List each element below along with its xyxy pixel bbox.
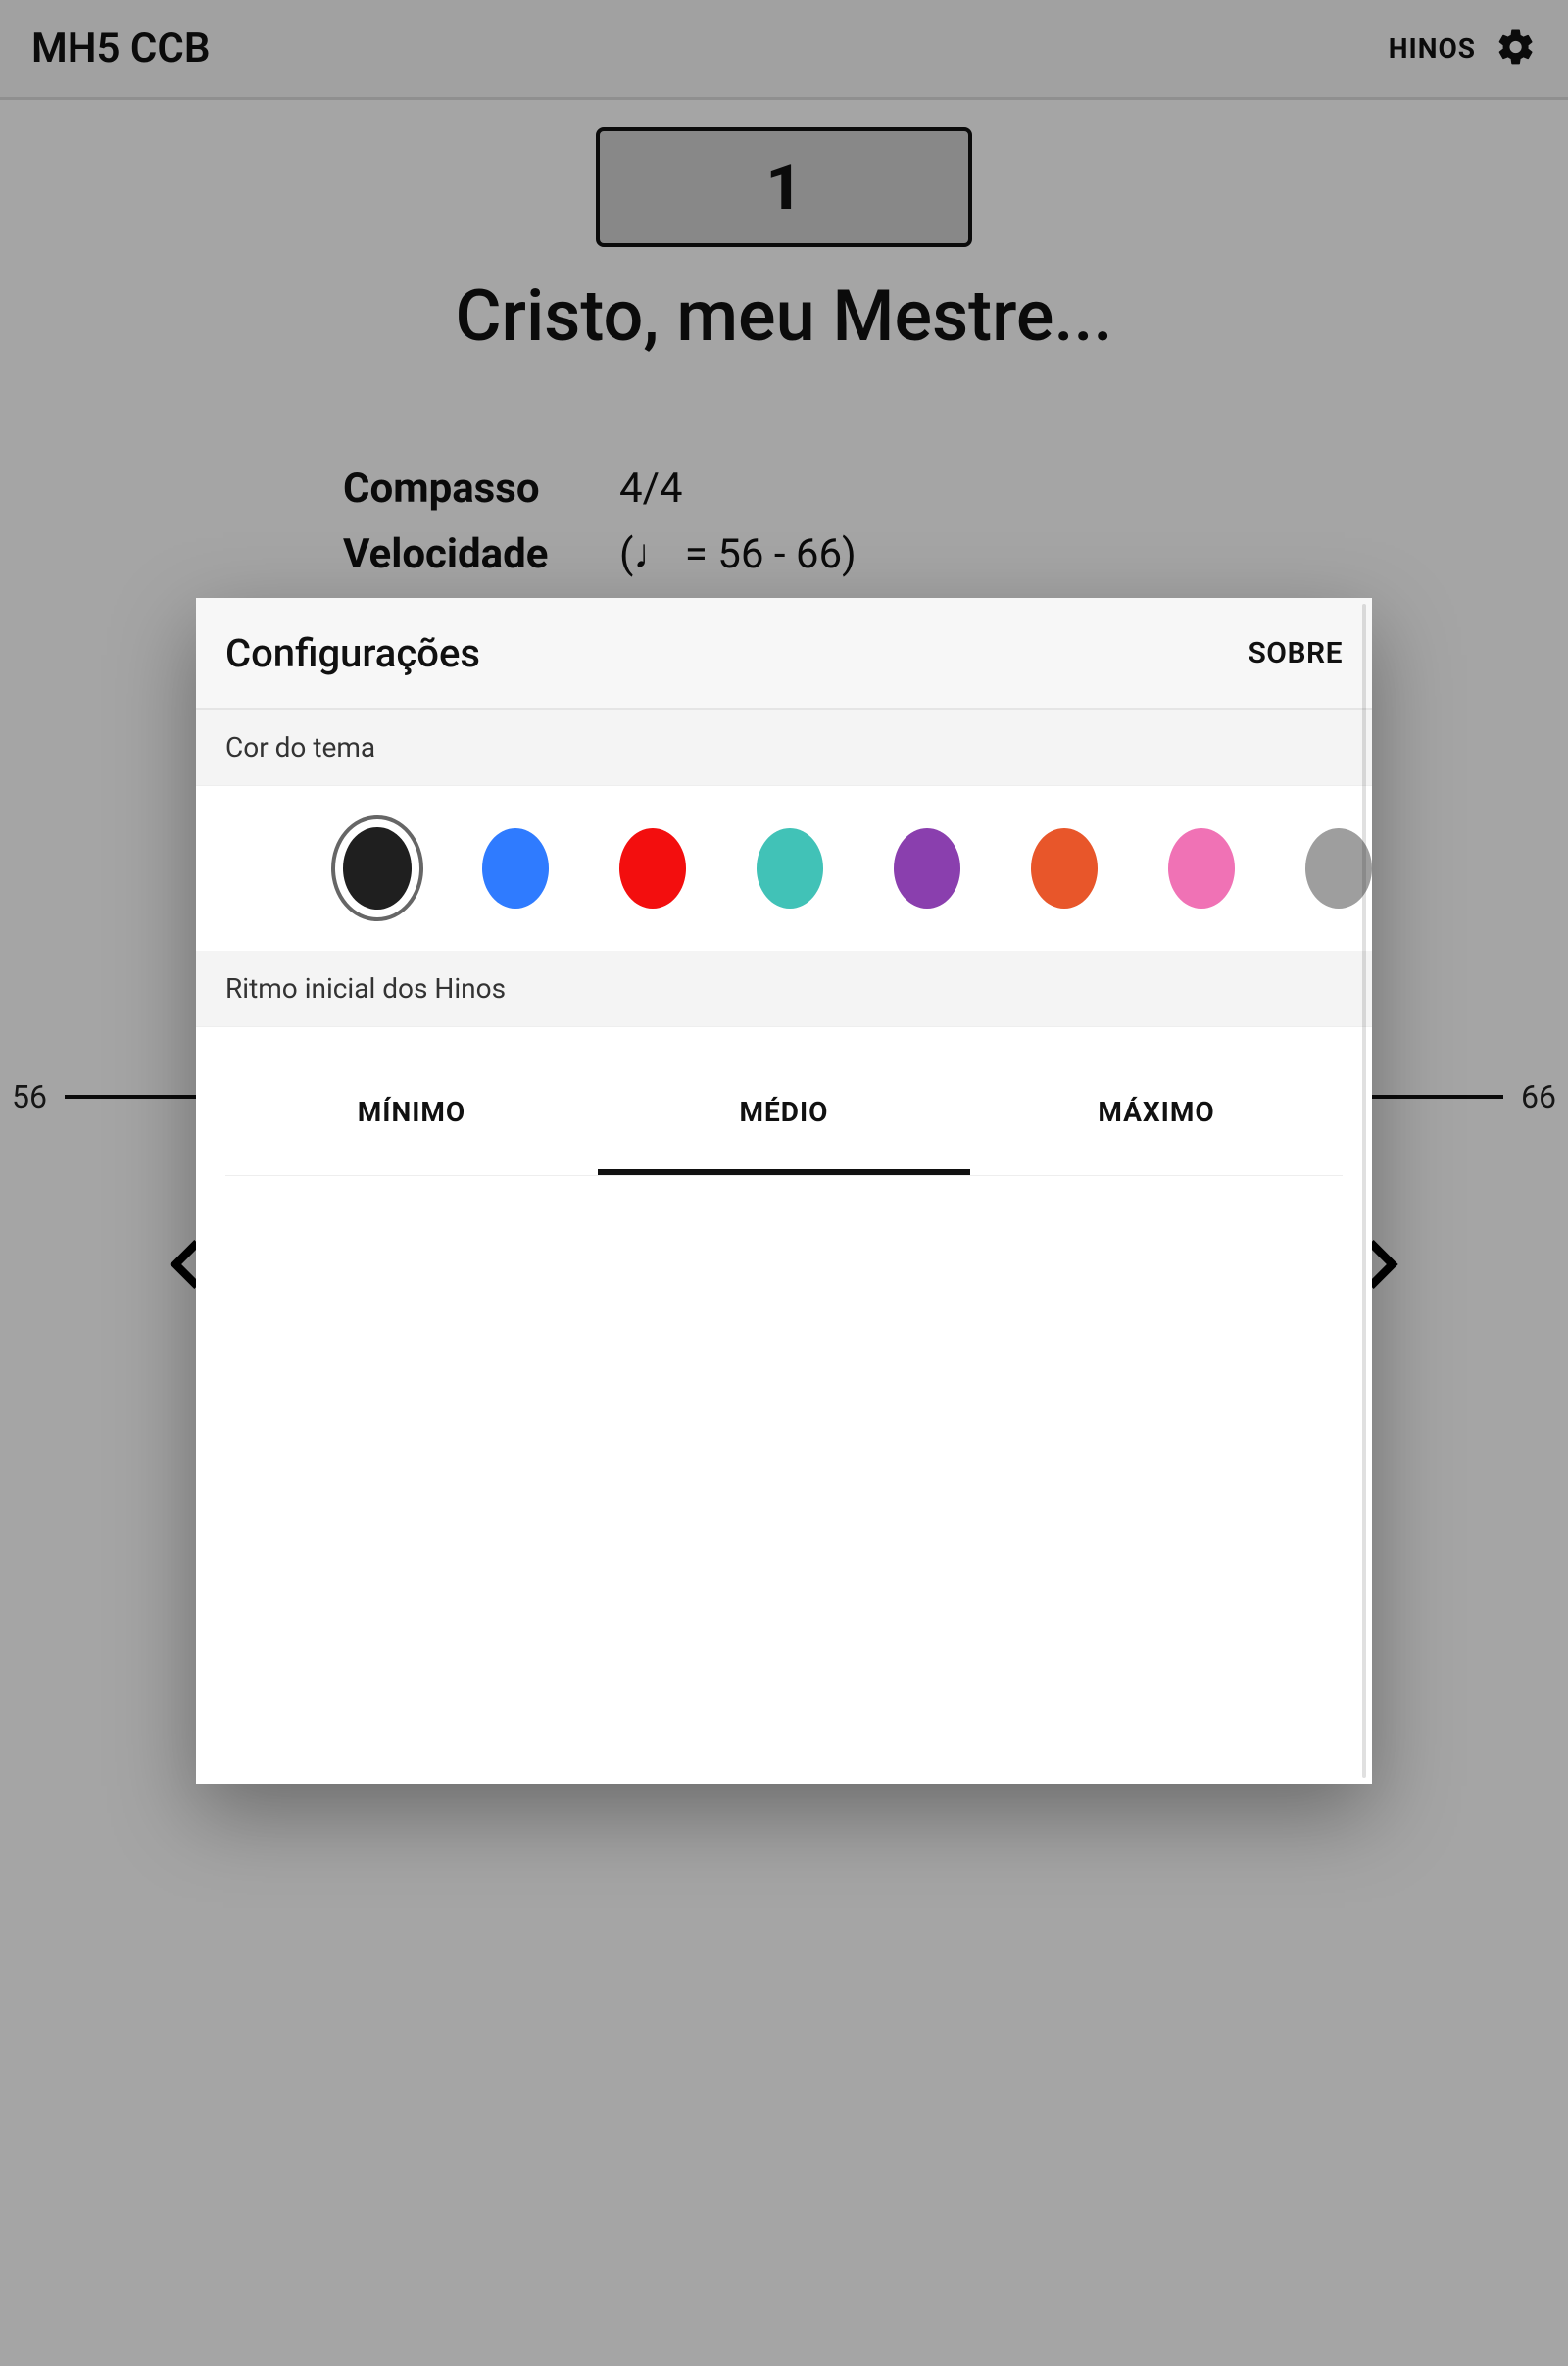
section-rhythm-label: Ritmo inicial dos Hinos: [196, 951, 1372, 1027]
settings-dialog: Configurações SOBRE Cor do tema Ritmo in…: [196, 598, 1372, 1784]
dialog-title: Configurações: [225, 630, 480, 676]
color-swatch-purple[interactable]: [894, 828, 960, 909]
color-swatches: [196, 786, 1372, 951]
tab-minimo[interactable]: MÍNIMO: [225, 1055, 598, 1175]
color-swatch-teal[interactable]: [757, 828, 823, 909]
color-swatch-red[interactable]: [619, 828, 686, 909]
tab-medio[interactable]: MÉDIO: [598, 1055, 970, 1175]
color-swatch-black[interactable]: [343, 827, 412, 910]
tab-maximo[interactable]: MÁXIMO: [970, 1055, 1343, 1175]
color-swatch-orange[interactable]: [1031, 828, 1098, 909]
section-color-label: Cor do tema: [196, 710, 1372, 786]
about-button[interactable]: SOBRE: [1248, 636, 1343, 670]
color-swatch-pink[interactable]: [1168, 828, 1235, 909]
color-swatch-blue[interactable]: [482, 828, 549, 909]
dialog-scrollbar[interactable]: [1362, 604, 1366, 1778]
